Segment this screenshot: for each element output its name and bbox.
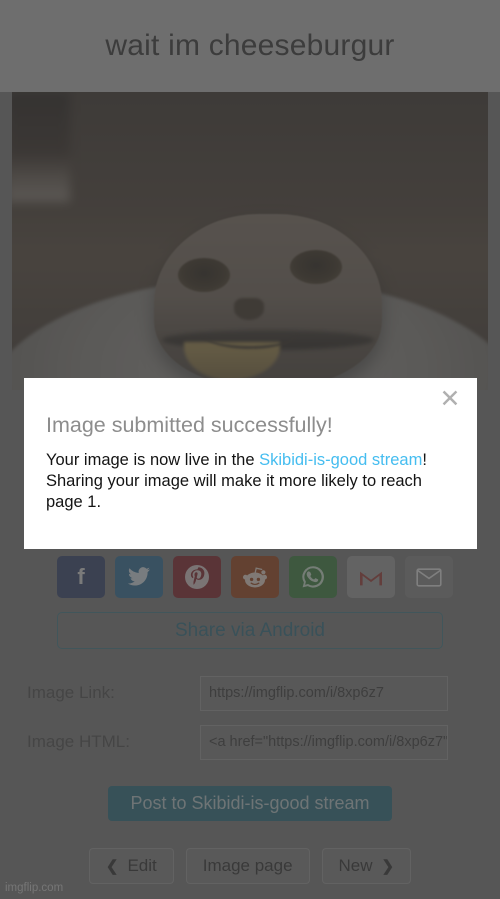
imgflip-watermark: imgflip.com	[5, 882, 64, 894]
photo-cat-mouth	[202, 318, 298, 349]
image-html-label: Image HTML:	[27, 732, 130, 751]
chevron-right-icon: ❯	[381, 858, 395, 875]
modal-body-before: Your image is now live in the	[46, 451, 260, 469]
pinterest-icon	[184, 564, 210, 590]
meme-caption-text: wait im cheeseburgur	[0, 0, 500, 92]
image-html-input[interactable]: <a href="https://imgflip.com/i/8xp6z7"><…	[200, 724, 448, 760]
stream-link[interactable]: Skibidi-is-good stream	[259, 451, 422, 469]
share-reddit-button[interactable]	[231, 556, 279, 598]
modal-title: Image submitted successfully!	[46, 413, 333, 437]
submission-success-modal: ✕ Image submitted successfully! Your ima…	[24, 378, 477, 549]
photo-cat-nose	[234, 298, 264, 320]
twitter-icon	[127, 567, 151, 587]
share-twitter-button[interactable]	[115, 556, 163, 598]
close-icon[interactable]: ✕	[437, 386, 463, 412]
share-via-android-button[interactable]: Share via Android	[57, 612, 443, 649]
edit-button[interactable]: ❮ Edit	[88, 848, 174, 884]
modal-body: Your image is now live in the Skibidi-is…	[46, 450, 441, 513]
gmail-icon	[358, 567, 384, 587]
facebook-icon: f	[77, 564, 85, 589]
meme-preview: wait im cheeseburgur	[0, 0, 500, 390]
envelope-icon	[416, 567, 442, 587]
chevron-left-icon: ❮	[105, 858, 119, 875]
photo-cat-eye-right	[290, 250, 342, 284]
share-via-android-label: Share via Android	[175, 619, 325, 641]
image-link-input[interactable]: https://imgflip.com/i/8xp6z7	[200, 675, 448, 711]
share-whatsapp-button[interactable]	[289, 556, 337, 598]
share-email-button[interactable]	[405, 556, 453, 598]
share-gmail-button[interactable]	[347, 556, 395, 598]
post-to-stream-button[interactable]: Post to Skibidi-is-good stream	[108, 786, 392, 821]
image-page-button[interactable]: Image page	[185, 848, 310, 884]
bottom-nav: ❮ Edit Image page New ❯	[0, 848, 500, 884]
whatsapp-icon	[300, 564, 326, 590]
new-label: New	[338, 856, 373, 875]
share-buttons-row: f	[57, 556, 453, 598]
post-to-stream-label: Post to Skibidi-is-good stream	[130, 793, 370, 813]
photo-cat-eye-left	[178, 258, 230, 292]
meme-image	[12, 92, 488, 390]
image-page-label: Image page	[202, 856, 293, 875]
image-link-label: Image Link:	[27, 683, 115, 702]
edit-label: Edit	[127, 856, 157, 875]
photo-glass	[12, 92, 70, 202]
image-link-row: Image Link: https://imgflip.com/i/8xp6z7	[0, 675, 500, 711]
new-button[interactable]: New ❯	[321, 848, 412, 884]
share-pinterest-button[interactable]	[173, 556, 221, 598]
reddit-icon	[242, 565, 268, 589]
share-facebook-button[interactable]: f	[57, 556, 105, 598]
image-html-row: Image HTML: <a href="https://imgflip.com…	[0, 724, 500, 760]
